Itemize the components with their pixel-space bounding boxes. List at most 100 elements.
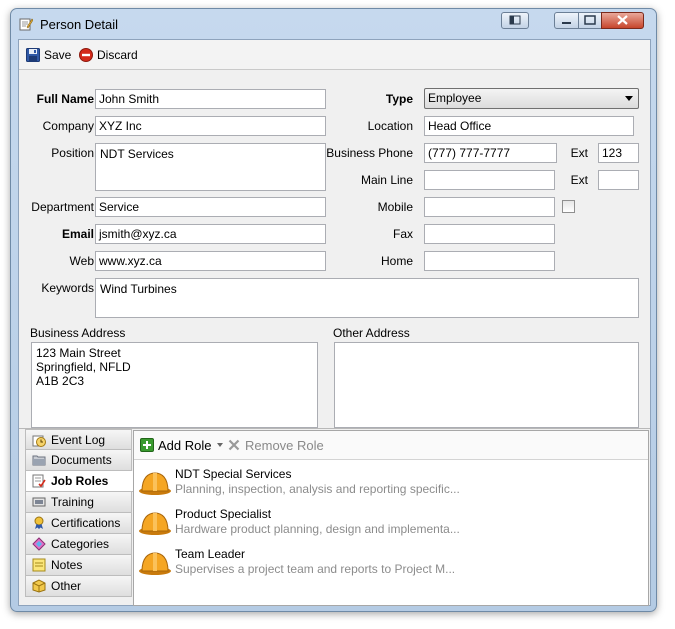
hard-hat-icon [139,472,171,495]
minimize-icon [562,22,571,24]
role-description: Hardware product planning, design and im… [175,522,460,536]
box-icon [32,579,46,593]
type-label: Type [385,92,413,106]
job-roles-icon [32,474,46,488]
nav-label: Documents [51,453,112,467]
add-role-label: Add Role [158,437,212,453]
department-label: Department [31,200,94,214]
position-label: Position [51,146,94,160]
company-input[interactable]: XYZ Inc [95,116,326,136]
role-description: Supervises a project team and reports to… [175,562,456,576]
dropdown-arrow-icon [217,443,224,447]
discard-label: Discard [97,48,138,62]
window-title: Person Detail [40,17,119,32]
business-address-label: Business Address [30,326,126,340]
home-label: Home [380,254,413,268]
clock-icon [32,433,46,447]
client-area: Save Discard Full Name John Smith Compan… [18,39,651,606]
web-label: Web [69,254,94,268]
nav-label: Certifications [51,516,121,530]
fax-label: Fax [392,227,413,241]
business-address-input[interactable]: 123 Main Street Springfield, NFLD A1B 2C… [31,342,318,428]
keywords-input[interactable]: Wind Turbines [95,278,639,318]
role-description: Planning, inspection, analysis and repor… [175,482,460,496]
categories-icon [32,537,46,551]
main-line-label: Main Line [360,173,413,187]
position-input[interactable]: NDT Services [95,143,326,191]
nav-item-training[interactable]: Training [25,492,132,513]
save-button[interactable]: Save [26,46,71,64]
minimize-button[interactable] [554,12,579,29]
add-role-button[interactable]: Add Role [140,437,224,453]
full-name-input[interactable]: John Smith [95,89,326,109]
close-icon [617,15,628,25]
nav-item-job-roles[interactable]: Job Roles [25,471,133,492]
mobile-input[interactable] [424,197,555,217]
location-input[interactable]: Head Office [424,116,634,136]
other-address-input[interactable] [334,342,639,428]
business-phone-input[interactable]: (777) 777-7777 [424,143,557,163]
role-name: NDT Special Services [175,467,292,481]
nav-label: Training [51,495,94,509]
nav-label: Job Roles [51,474,109,488]
remove-role-button[interactable]: Remove Role [228,437,324,453]
job-roles-list: NDT Special Services Planning, inspectio… [134,461,646,604]
nav-label: Other [51,579,82,593]
hard-hat-icon [139,512,171,535]
location-label: Location [367,119,413,133]
nav-item-documents[interactable]: Documents [25,450,132,471]
type-select[interactable]: Employee [424,88,639,109]
title-bar[interactable]: Person Detail [11,9,656,39]
other-address-label: Other Address [333,326,410,340]
email-input[interactable]: jsmith@xyz.ca [95,224,326,244]
email-label: Email [61,227,94,241]
nav-item-other[interactable]: Other [25,576,132,597]
certificate-icon [32,516,46,530]
nav-item-event-log[interactable]: Event Log [25,429,132,450]
details-section: Event Log Documents Job Roles Training C… [19,428,650,606]
department-input[interactable]: Service [95,197,326,217]
nav-item-certifications[interactable]: Certifications [25,513,132,534]
home-input[interactable] [424,251,555,271]
person-form: Full Name John Smith Company XYZ Inc Pos… [19,70,650,428]
web-input[interactable]: www.xyz.ca [95,251,326,271]
mobile-checkbox[interactable] [562,200,575,213]
discard-button[interactable]: Discard [79,46,138,64]
ext-input[interactable]: 123 [598,143,639,163]
close-button[interactable] [601,12,644,29]
list-item[interactable]: NDT Special Services Planning, inspectio… [137,465,637,503]
maximize-icon [584,15,596,25]
dock-button[interactable] [501,12,529,29]
full-name-label: Full Name [36,92,94,106]
folder-icon [32,453,46,467]
nav-item-notes[interactable]: Notes [25,555,132,576]
nav-item-categories[interactable]: Categories [25,534,132,555]
keywords-label: Keywords [41,281,94,295]
notes-icon [32,558,46,572]
role-name: Team Leader [175,547,246,561]
nav-label: Notes [51,558,83,572]
maximize-button[interactable] [578,12,602,29]
main-line-ext-label: Ext [570,173,588,187]
list-item[interactable]: Team Leader Supervises a project team an… [137,545,637,583]
main-line-input[interactable] [424,170,555,190]
save-label: Save [44,48,72,62]
nav-label: Event Log [51,432,106,447]
fax-input[interactable] [424,224,555,244]
remove-icon [228,439,240,451]
list-item[interactable]: Product Specialist Hardware product plan… [137,505,637,543]
floppy-disk-icon [26,48,40,62]
nav-label: Categories [51,537,110,551]
type-selected-value: Employee [428,91,482,105]
main-line-ext-input[interactable] [598,170,639,190]
role-name: Product Specialist [175,507,272,521]
job-roles-panel: Add Role Remove Role NDT Special Service… [133,430,649,606]
business-phone-label: Business Phone [326,146,413,160]
edit-document-icon [19,18,33,31]
no-entry-icon [79,48,93,62]
main-toolbar: Save Discard [19,40,650,70]
hard-hat-icon [139,552,171,575]
training-icon [32,495,46,509]
job-roles-toolbar: Add Role Remove Role [134,431,648,460]
mobile-label: Mobile [377,200,413,214]
